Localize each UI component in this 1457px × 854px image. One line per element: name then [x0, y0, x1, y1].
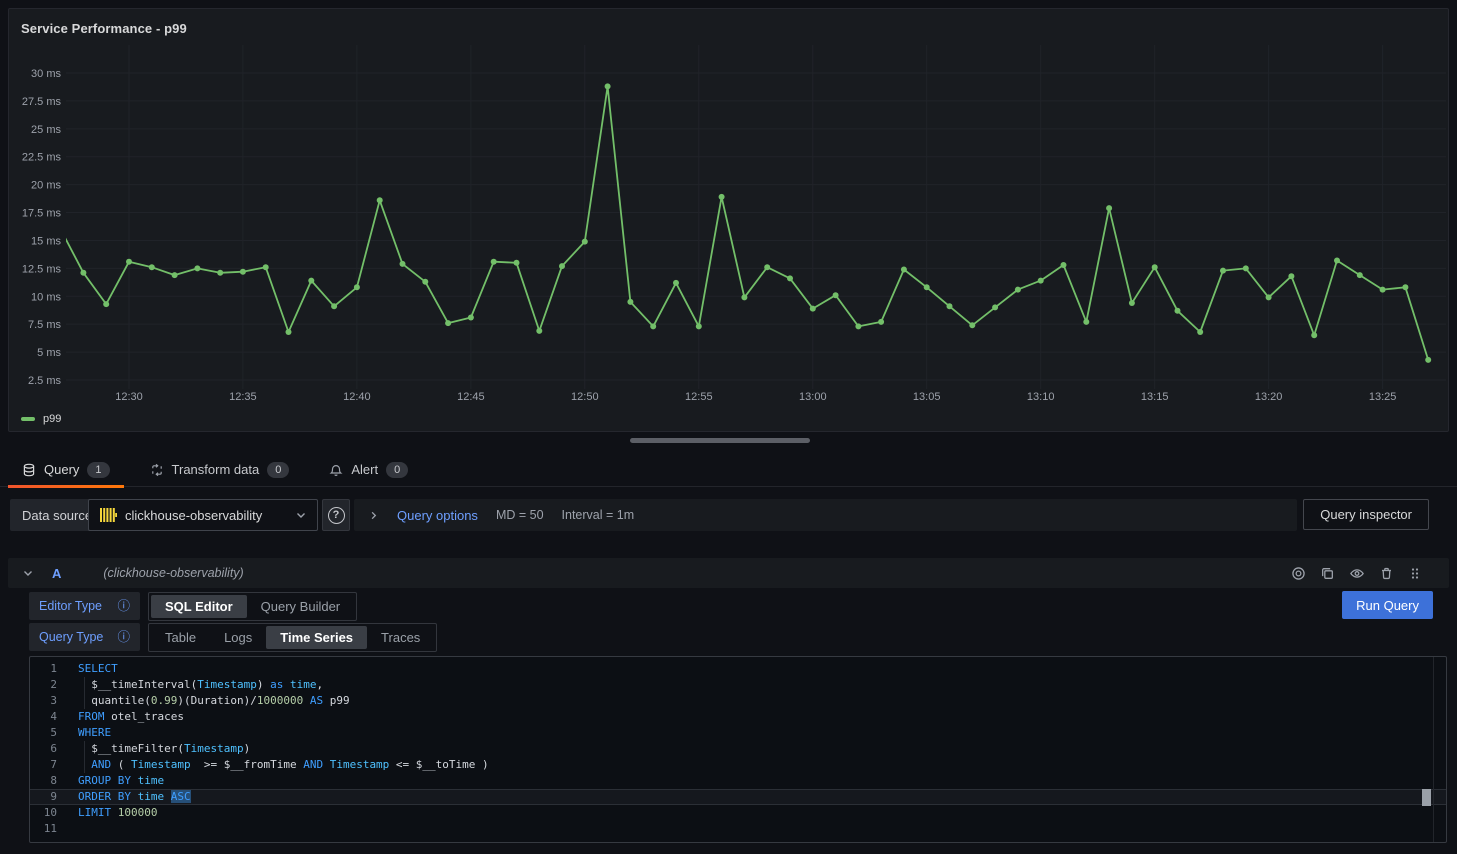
svg-text:7.5 ms: 7.5 ms: [28, 319, 62, 331]
editor-type-query-builder[interactable]: Query Builder: [247, 595, 354, 618]
svg-text:12:30: 12:30: [115, 391, 143, 403]
tab-transform-data[interactable]: Transform data 0: [136, 453, 304, 487]
code-lines: 1SELECT2 $__timeInterval(Timestamp) as t…: [30, 661, 1446, 837]
code-line: 5WHERE: [30, 725, 1446, 741]
query-row-actions: [1290, 565, 1423, 582]
query-type-selector: Table Logs Time Series Traces: [148, 623, 437, 652]
datasource-picker[interactable]: clickhouse-observability: [88, 499, 318, 531]
datasource-help-button[interactable]: ?: [322, 499, 350, 531]
tab-label: Transform data: [172, 462, 260, 477]
collapse-chevron-icon[interactable]: [22, 567, 34, 579]
svg-text:13:20: 13:20: [1255, 391, 1283, 403]
svg-text:22.5 ms: 22.5 ms: [22, 152, 62, 164]
datasource-value: clickhouse-observability: [125, 508, 287, 523]
tab-label: Query: [44, 462, 79, 477]
svg-text:13:05: 13:05: [913, 391, 941, 403]
indent-guide: [84, 741, 85, 773]
code-line: 10LIMIT 100000: [30, 805, 1446, 821]
query-row-header[interactable]: A (clickhouse-observability): [8, 558, 1449, 588]
help-icon: ?: [328, 507, 345, 524]
svg-text:25 ms: 25 ms: [31, 124, 61, 136]
query-options-link[interactable]: Query options: [397, 508, 478, 523]
disable-query-icon[interactable]: [1290, 565, 1307, 582]
sql-code-editor[interactable]: 1SELECT2 $__timeInterval(Timestamp) as t…: [29, 656, 1447, 843]
editor-type-sql-editor[interactable]: SQL Editor: [151, 595, 247, 618]
svg-text:13:10: 13:10: [1027, 391, 1055, 403]
legend-series-swatch: [21, 417, 35, 421]
drag-handle-icon[interactable]: [1407, 565, 1423, 582]
indent-guide: [84, 677, 85, 709]
svg-text:30 ms: 30 ms: [31, 68, 61, 80]
svg-text:13:25: 13:25: [1369, 391, 1397, 403]
query-type-table[interactable]: Table: [151, 626, 210, 649]
svg-text:13:00: 13:00: [799, 391, 827, 403]
series-p99: [58, 83, 1432, 363]
query-inspector-button[interactable]: Query inspector: [1303, 499, 1429, 530]
database-icon: [22, 463, 36, 477]
clickhouse-logo-icon: [99, 506, 117, 524]
chart-legend[interactable]: p99: [21, 413, 61, 425]
editor-type-selector: SQL Editor Query Builder: [148, 592, 357, 621]
svg-text:10 ms: 10 ms: [31, 291, 61, 303]
tab-transform-badge: 0: [267, 462, 289, 478]
editor-tabs: Query 1 Transform data 0 Alert 0: [0, 453, 1457, 487]
run-query-button[interactable]: Run Query: [1342, 591, 1433, 619]
tab-label: Alert: [351, 462, 378, 477]
grid: 2.5 ms 5 ms 7.5 ms 10 ms 12.5 ms 15 ms 17.5 ms…: [22, 45, 1446, 403]
code-line: 9ORDER BY time ASC: [30, 789, 1446, 805]
query-type-logs[interactable]: Logs: [210, 626, 266, 649]
svg-text:13:15: 13:15: [1141, 391, 1169, 403]
query-type-traces[interactable]: Traces: [367, 626, 434, 649]
chevron-right-icon[interactable]: [368, 510, 379, 521]
svg-text:12:45: 12:45: [457, 391, 485, 403]
svg-text:12:55: 12:55: [685, 391, 713, 403]
legend-series-label: p99: [43, 413, 61, 425]
code-line: 2 $__timeInterval(Timestamp) as time,: [30, 677, 1446, 693]
svg-text:15 ms: 15 ms: [31, 235, 61, 247]
svg-text:12:50: 12:50: [571, 391, 599, 403]
timeseries-chart: 2.5 ms 5 ms 7.5 ms 10 ms 12.5 ms 15 ms 17.5 ms…: [9, 9, 1450, 433]
code-line: 1SELECT: [30, 661, 1446, 677]
query-options-md: MD = 50: [496, 508, 544, 522]
info-icon[interactable]: ⓘ: [117, 631, 130, 644]
info-icon[interactable]: ⓘ: [117, 600, 130, 613]
code-line: 11: [30, 821, 1446, 837]
code-line: 4FROM otel_traces: [30, 709, 1446, 725]
query-options-interval: Interval = 1m: [562, 508, 635, 522]
code-line: 8GROUP BY time: [30, 773, 1446, 789]
query-ref-id[interactable]: A: [52, 566, 61, 581]
chevron-down-icon: [295, 509, 307, 521]
svg-text:12.5 ms: 12.5 ms: [22, 263, 62, 275]
delete-query-trash-icon[interactable]: [1378, 565, 1395, 582]
query-options-bar: Query options MD = 50 Interval = 1m: [354, 499, 1297, 531]
horizontal-scrollbar[interactable]: [630, 438, 810, 443]
editor-scrollbar-track[interactable]: [1433, 657, 1434, 842]
query-type-label: Query Type ⓘ: [29, 623, 140, 651]
tab-query[interactable]: Query 1: [8, 453, 124, 487]
bell-icon: [329, 463, 343, 477]
svg-text:20 ms: 20 ms: [31, 180, 61, 192]
tab-query-badge: 1: [87, 462, 109, 478]
svg-text:12:35: 12:35: [229, 391, 257, 403]
editor-type-label: Editor Type ⓘ: [29, 592, 140, 620]
svg-text:12:40: 12:40: [343, 391, 371, 403]
svg-text:2.5 ms: 2.5 ms: [28, 375, 62, 387]
duplicate-query-icon[interactable]: [1319, 565, 1336, 582]
editor-selection-marker: [1422, 789, 1431, 806]
code-line: 6 $__timeFilter(Timestamp): [30, 741, 1446, 757]
query-type-time-series[interactable]: Time Series: [266, 626, 367, 649]
svg-text:17.5 ms: 17.5 ms: [22, 208, 62, 220]
tab-alert-badge: 0: [386, 462, 408, 478]
query-datasource-subtitle: (clickhouse-observability): [103, 566, 243, 580]
svg-text:5 ms: 5 ms: [37, 347, 61, 359]
code-line: 3 quantile(0.99)(Duration)/1000000 AS p9…: [30, 693, 1446, 709]
transform-icon: [150, 463, 164, 477]
code-line: 7 AND ( Timestamp >= $__fromTime AND Tim…: [30, 757, 1446, 773]
svg-text:27.5 ms: 27.5 ms: [22, 96, 62, 108]
tab-alert[interactable]: Alert 0: [315, 453, 422, 487]
panel-service-performance: Service Performance - p99 2.5 ms5 ms7.5 …: [8, 8, 1449, 432]
hide-response-eye-icon[interactable]: [1348, 565, 1366, 582]
